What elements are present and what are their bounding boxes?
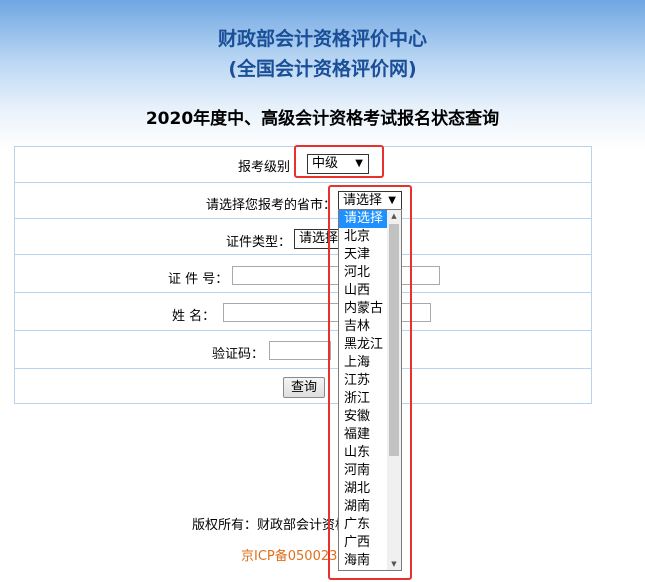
query-button[interactable]: 查询 [283, 377, 325, 398]
id-type-label: 证件类型： [226, 235, 292, 250]
captcha-input[interactable] [269, 341, 331, 360]
highlight-box-level [294, 145, 384, 178]
site-title: 财政部会计资格评价中心 [217, 28, 427, 50]
captcha-label: 验证码： [212, 347, 265, 362]
level-label: 报考级别 [238, 160, 291, 175]
province-label: 请选择您报考的省市： [206, 198, 337, 213]
page-title: 2020年度中、高级会计资格考试报名状态查询 [145, 109, 500, 129]
id-number-label: 证 件 号： [168, 272, 229, 287]
site-subtitle: (全国会计资格评价网) [228, 58, 417, 80]
highlight-box-province [328, 185, 412, 580]
name-label: 姓 名： [172, 309, 216, 324]
footer-icp-link[interactable]: 京ICP备050023 [241, 545, 337, 564]
